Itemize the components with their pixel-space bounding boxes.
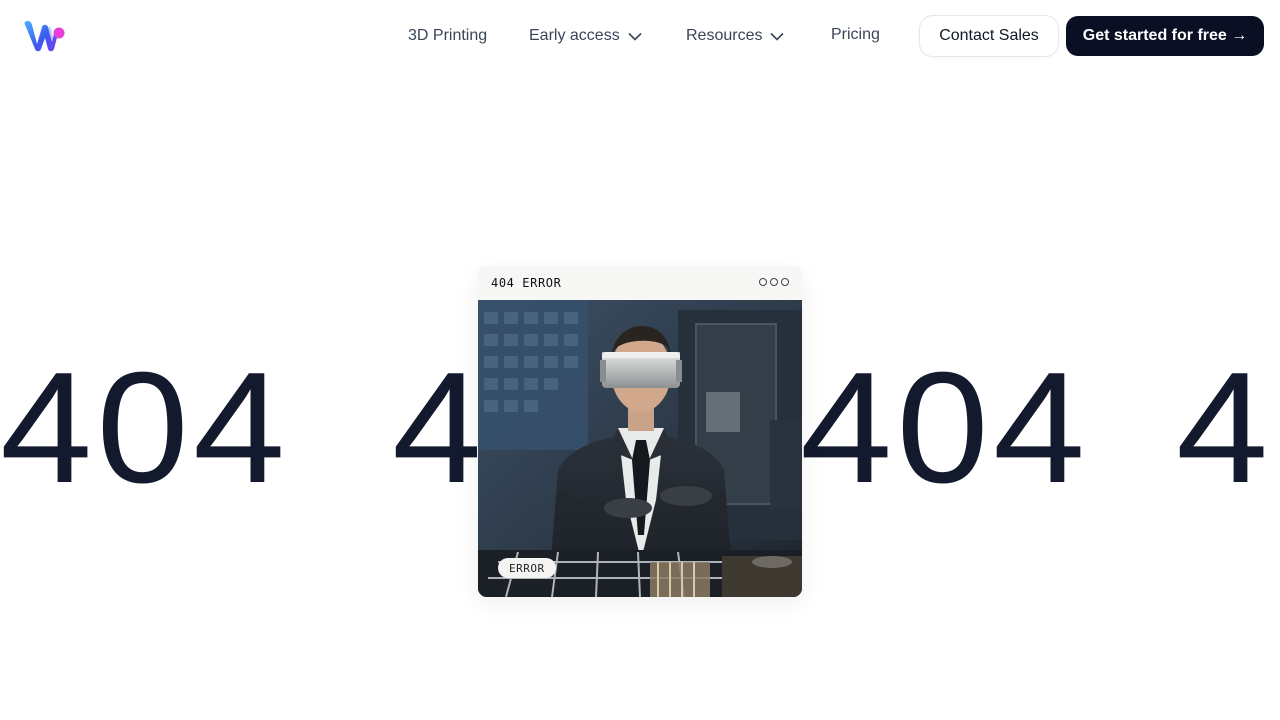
error-card: 404 ERROR ERROR xyxy=(477,266,803,598)
dot-icon xyxy=(781,278,789,286)
card-title: 404 ERROR xyxy=(491,276,562,290)
big-404-text: 404 xyxy=(0,348,290,508)
window-dots-icon xyxy=(759,278,789,286)
nav-label: 3D Printing xyxy=(408,27,488,44)
site-header: 3D Printing Early access Resources Prici… xyxy=(0,0,1280,72)
dot-icon xyxy=(770,278,778,286)
error-badge: ERROR xyxy=(498,558,556,578)
big-404-text: 4 xyxy=(1176,348,1273,508)
nav-label: Resources xyxy=(686,27,763,44)
nav-3d-printing[interactable]: 3D Printing xyxy=(408,24,487,48)
vr-scene-illustration xyxy=(478,300,802,597)
nav-label: Pricing xyxy=(831,26,880,43)
big-404-text: 404 xyxy=(800,348,1090,508)
vr-man-image: ERROR xyxy=(478,300,802,597)
chevron-down-icon xyxy=(770,32,785,41)
card-header: 404 ERROR xyxy=(477,266,803,300)
dot-icon xyxy=(759,278,767,286)
w-logo-icon[interactable] xyxy=(22,18,66,54)
contact-sales-button[interactable]: Contact Sales xyxy=(919,15,1059,57)
big-404-text: 4 xyxy=(392,348,489,508)
nav-pricing[interactable]: Pricing xyxy=(831,23,880,47)
get-started-button[interactable]: Get started for free → xyxy=(1066,16,1264,56)
nav-early-access[interactable]: Early access xyxy=(529,24,642,48)
nav-resources[interactable]: Resources xyxy=(686,24,785,48)
nav-label: Early access xyxy=(529,27,620,44)
chevron-down-icon xyxy=(628,32,642,41)
